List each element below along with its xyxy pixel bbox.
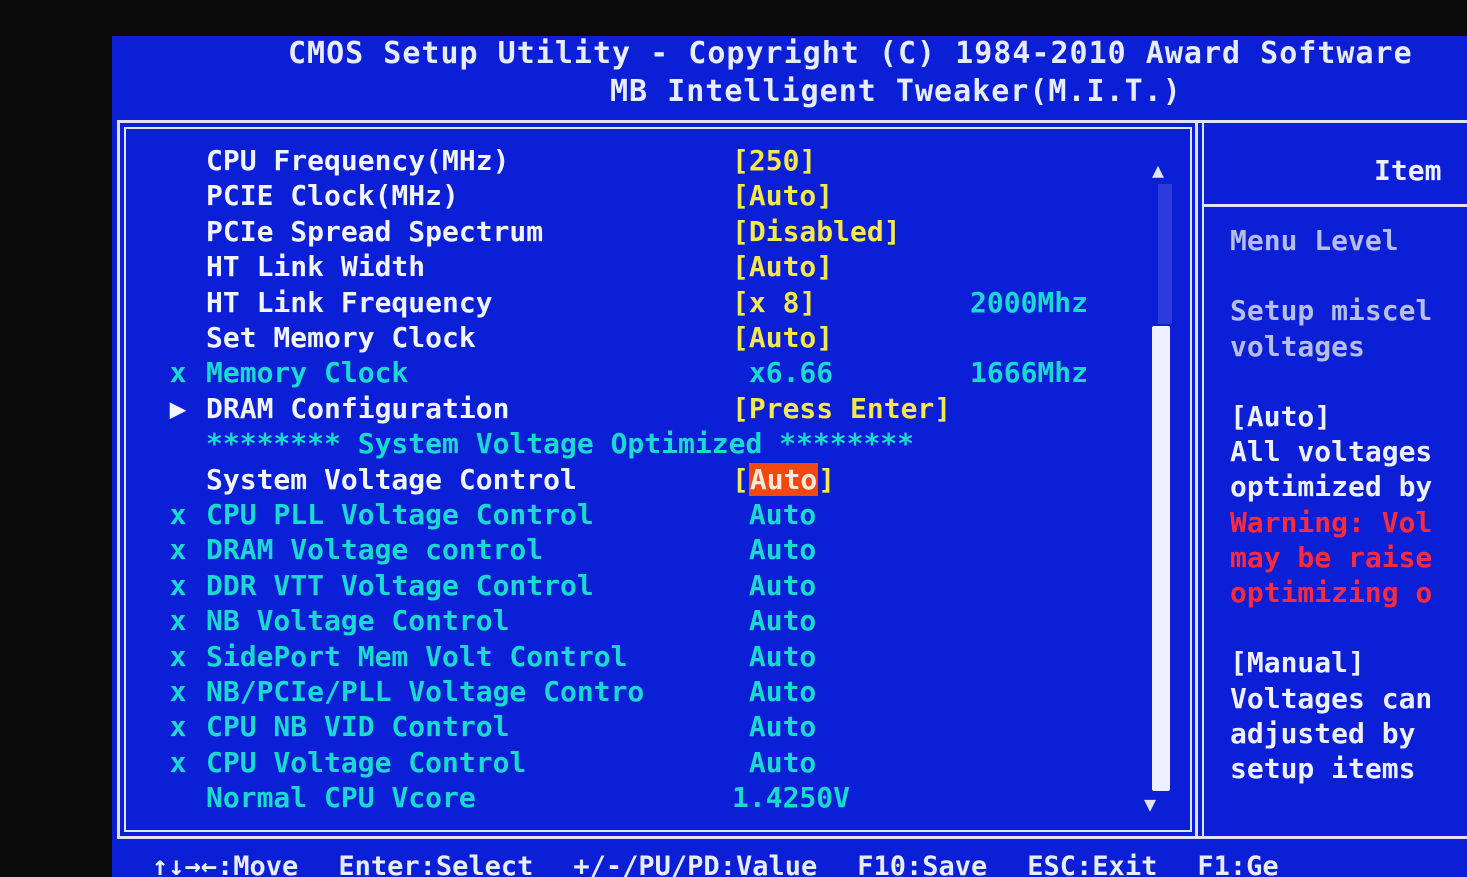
selected-value[interactable]: Auto [748, 462, 819, 496]
setting-value: x6.66 [732, 356, 834, 390]
setting-value[interactable]: [Disabled] [732, 215, 901, 249]
scroll-down-arrow-icon[interactable]: ▼ [1144, 792, 1156, 816]
setting-row: x NB/PCIe/PLL Voltage Contro Auto [112, 675, 1112, 709]
setting-row: x CPU Voltage Control Auto [112, 746, 1112, 780]
help-line: Menu Level [1230, 224, 1399, 257]
setting-value[interactable]: [Auto] [732, 321, 833, 355]
help-line: [Auto] [1230, 400, 1332, 433]
setting-row: x SidePort Mem Volt Control Auto [112, 640, 1112, 674]
setting-value: 1.4250V [732, 781, 851, 815]
disabled-marker-icon: x [169, 356, 187, 390]
setting-label: System Voltage Control [206, 462, 577, 496]
disabled-marker-icon: x [169, 639, 187, 673]
setting-value: Auto [732, 533, 817, 567]
help-line: Voltages can [1230, 681, 1433, 715]
setting-label: CPU Frequency(MHz) [206, 144, 510, 177]
disabled-marker-icon: x [169, 498, 187, 531]
help-line: Setup miscel [1230, 294, 1433, 328]
submenu-arrow-icon: ▶ [169, 391, 187, 425]
setting-row[interactable]: PCIe Spread Spectrum [Disabled] [112, 215, 1112, 249]
setting-value: Auto [732, 710, 817, 744]
setting-row[interactable]: HT Link Frequency [x 8] 2000Mhz [112, 286, 1112, 320]
setting-row: x NB Voltage Control Auto [112, 604, 1112, 638]
setting-label: NB Voltage Control [206, 604, 510, 638]
setting-value[interactable]: [250] [732, 144, 816, 178]
setting-value[interactable]: [x 8] [732, 286, 816, 320]
setting-row[interactable]: ▶ DRAM Configuration [Press Enter] [112, 392, 1112, 426]
setting-value: Auto [732, 604, 817, 638]
key-hint: ↑↓→←:Move [152, 851, 299, 877]
setting-label: CPU Voltage Control [206, 745, 527, 779]
help-divider [1204, 204, 1467, 207]
help-line: optimized by [1230, 470, 1433, 504]
help-title: Item [1374, 154, 1442, 187]
setting-row: ******** System Voltage Optimized ******… [112, 427, 1112, 461]
setting-row[interactable]: CPU Frequency(MHz) [250] [112, 144, 1112, 178]
help-line: Warning: Vol [1230, 505, 1433, 539]
setting-label: CPU NB VID Control [206, 710, 510, 744]
setting-row[interactable]: Set Memory Clock [Auto] [112, 321, 1112, 355]
key-hint: F1:Ge [1197, 851, 1279, 877]
help-line: adjusted by [1230, 716, 1433, 750]
setting-value: Auto [732, 498, 817, 531]
help-line: [Manual] [1230, 646, 1365, 680]
setting-value[interactable]: [Auto] [732, 179, 833, 213]
help-line: may be raise [1230, 540, 1433, 574]
key-hint: F10:Save [857, 851, 988, 877]
setting-value: Auto [732, 745, 817, 779]
setting-value: Auto [732, 639, 817, 673]
setting-row: x CPU PLL Voltage Control Auto [112, 498, 1112, 532]
scroll-up-arrow-icon[interactable]: ▲ [1152, 158, 1164, 182]
key-hint: ESC:Exit [1027, 851, 1158, 877]
setting-row: x Memory Clock x6.66 1666Mhz [112, 356, 1112, 390]
disabled-marker-icon: x [169, 675, 187, 708]
disabled-marker-icon: x [169, 745, 187, 779]
setting-value[interactable]: [Auto] [732, 250, 833, 284]
setting-row: x DDR VTT Voltage Control Auto [112, 569, 1112, 603]
setting-readout: 1666Mhz [970, 356, 1089, 390]
page-title: MB Intelligent Tweaker(M.I.T.) [610, 74, 1182, 109]
disabled-marker-icon: x [169, 533, 187, 567]
setting-label: HT Link Frequency [206, 285, 493, 319]
help-line: optimizing o [1230, 576, 1433, 609]
setting-label: CPU PLL Voltage Control [206, 498, 594, 531]
bios-screen: CMOS Setup Utility - Copyright (C) 1984-… [112, 36, 1467, 877]
key-hint: Enter:Select [338, 851, 534, 877]
setting-row: x DRAM Voltage control Auto [112, 533, 1112, 567]
disabled-marker-icon: x [169, 710, 187, 744]
disabled-marker-icon: x [169, 568, 187, 602]
setting-label: ******** System Voltage Optimized ******… [206, 427, 915, 461]
scrollbar-thumb[interactable] [1152, 326, 1170, 791]
setting-label: Normal CPU Vcore [206, 781, 476, 815]
setting-row[interactable]: HT Link Width [Auto] [112, 250, 1112, 284]
setting-value[interactable]: [Press Enter] [732, 392, 951, 426]
setting-label: DRAM Voltage control [206, 533, 544, 567]
setting-value[interactable]: [Auto] [732, 462, 835, 497]
help-line: voltages [1230, 329, 1365, 363]
setting-row[interactable]: PCIE Clock(MHz) [Auto] [112, 179, 1112, 213]
setting-label: NB/PCIe/PLL Voltage Contro [206, 675, 645, 708]
setting-label: PCIE Clock(MHz) [206, 179, 459, 213]
help-line: All voltages [1230, 435, 1433, 469]
setting-row: Normal CPU Vcore 1.4250V [112, 781, 1112, 815]
setting-row[interactable]: System Voltage Control [Auto] [112, 462, 1112, 497]
help-line: setup items [1230, 752, 1416, 785]
setting-label: SidePort Mem Volt Control [206, 639, 628, 673]
scrollbar-track[interactable] [1158, 184, 1172, 324]
header-copyright: CMOS Setup Utility - Copyright (C) 1984-… [288, 36, 1413, 71]
disabled-marker-icon: x [169, 604, 187, 638]
setting-label: HT Link Width [206, 250, 426, 284]
setting-label: Set Memory Clock [206, 321, 476, 354]
setting-value: Auto [732, 568, 817, 602]
setting-label: PCIe Spread Spectrum [206, 214, 544, 248]
setting-label: Memory Clock [206, 356, 409, 390]
setting-label: DDR VTT Voltage Control [206, 568, 594, 602]
setting-row: x CPU NB VID Control Auto [112, 710, 1112, 744]
setting-value: Auto [732, 675, 817, 708]
setting-label: DRAM Configuration [206, 391, 510, 425]
key-legend: ↑↓→←:Move Enter:Select +/-/PU/PD:Value F10:… [152, 850, 1319, 877]
key-hint: +/-/PU/PD:Value [573, 851, 818, 877]
setting-readout: 2000Mhz [970, 285, 1089, 319]
